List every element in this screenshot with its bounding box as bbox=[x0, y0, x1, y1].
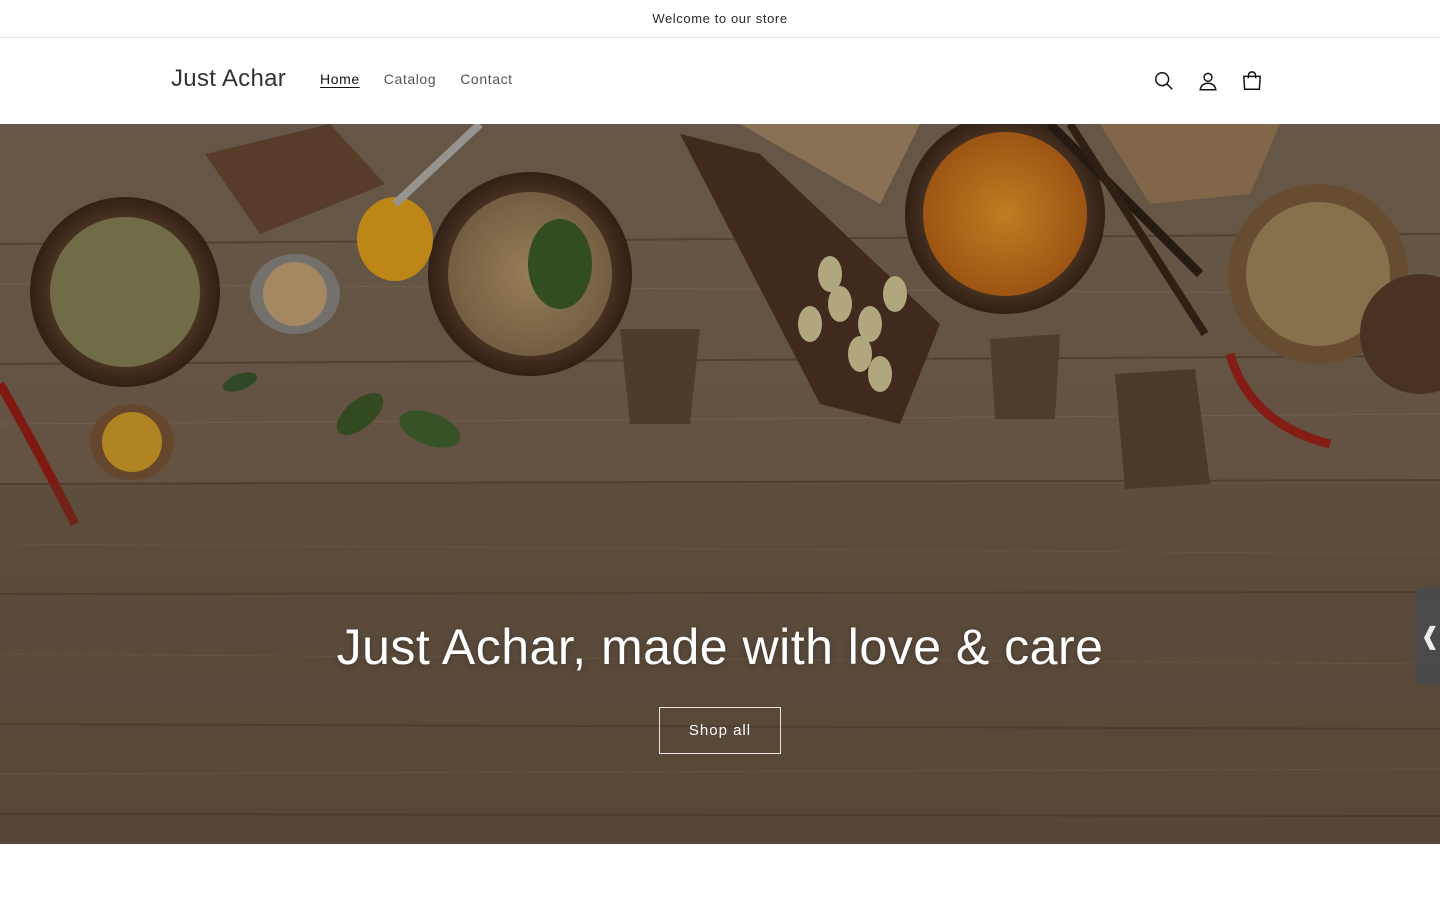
cart-icon bbox=[1242, 71, 1262, 90]
announcement-bar: Welcome to our store bbox=[0, 0, 1440, 38]
search-button[interactable] bbox=[1142, 62, 1186, 100]
page-content-below bbox=[0, 844, 1440, 900]
shop-all-button[interactable]: Shop all bbox=[659, 707, 781, 754]
nav-item-home[interactable]: Home bbox=[308, 71, 372, 87]
chevron-left-icon: ❰ bbox=[1419, 622, 1440, 650]
side-drawer-tab[interactable]: ❰ bbox=[1415, 587, 1440, 685]
account-button[interactable] bbox=[1186, 62, 1230, 100]
site-header: Just Achar Home Catalog Contact bbox=[0, 39, 1440, 124]
announcement-text: Welcome to our store bbox=[652, 11, 788, 26]
hero-banner: Just Achar, made with love & care Shop a… bbox=[0, 124, 1440, 844]
store-logo[interactable]: Just Achar bbox=[171, 65, 286, 93]
hero-title: Just Achar, made with love & care bbox=[336, 619, 1104, 675]
account-icon bbox=[1199, 72, 1217, 91]
main-nav: Home Catalog Contact bbox=[308, 71, 525, 87]
cart-button[interactable] bbox=[1230, 62, 1274, 100]
nav-item-catalog[interactable]: Catalog bbox=[372, 71, 448, 87]
header-icons bbox=[1142, 62, 1274, 100]
search-icon bbox=[1155, 72, 1173, 90]
nav-item-contact[interactable]: Contact bbox=[448, 71, 524, 87]
